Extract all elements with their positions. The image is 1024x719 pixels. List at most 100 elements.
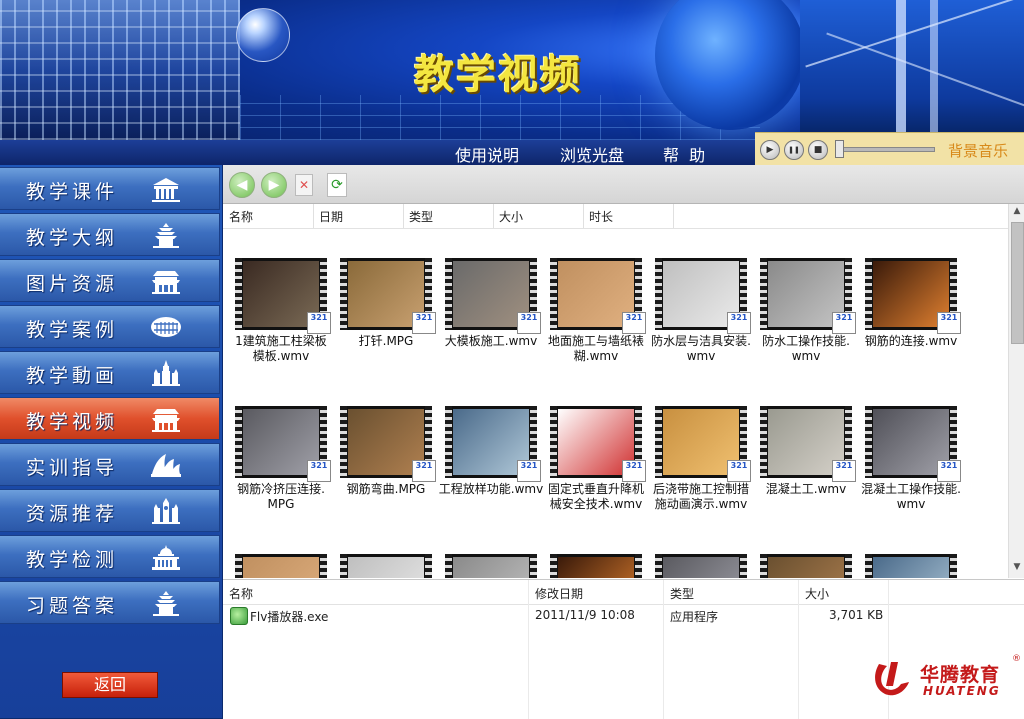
film-strip-edge: [760, 406, 767, 478]
column-size[interactable]: 大小: [499, 208, 523, 225]
media-file-badge-icon: 321: [832, 460, 856, 482]
play-icon: ▶: [766, 145, 774, 155]
media-file-badge-icon: 321: [412, 312, 436, 334]
sidebar-item-label: 实训指导: [26, 457, 119, 479]
film-strip-edge: [655, 406, 662, 478]
film-strip-edge: [655, 554, 662, 578]
scroll-down-icon[interactable]: ▼: [1009, 562, 1024, 576]
building-icon: [152, 178, 180, 202]
huateng-logo-icon: [875, 662, 909, 696]
cathedral-icon: [152, 498, 180, 524]
sidebar-item-label: 教学课件: [26, 181, 119, 203]
film-strip-edge: [320, 554, 327, 578]
detail-header: 名称 修改日期 类型 大小: [223, 580, 1024, 605]
file-size: 3,701 KB: [829, 608, 884, 622]
sidebar-item-label: 教学检测: [26, 549, 119, 571]
sidebar-item-teaching-video[interactable]: 教学视频: [0, 397, 220, 440]
media-file-badge-icon: 321: [412, 460, 436, 482]
video-thumbnail: [760, 554, 852, 578]
video-file-label: 混凝土工操作技能. wmv: [861, 482, 961, 511]
opera-house-icon: [151, 454, 181, 477]
nav-help[interactable]: 帮 助: [663, 142, 705, 166]
video-thumbnail: 321: [865, 406, 961, 482]
sidebar-item-teaching-animation[interactable]: 教学動画: [0, 351, 220, 394]
banner-bridge-image: [800, 0, 1024, 140]
video-thumbnail: [445, 554, 537, 578]
sidebar-item-label: 教学视频: [26, 411, 119, 433]
film-strip-edge: [550, 554, 557, 578]
column-date[interactable]: 日期: [319, 208, 343, 225]
column-modified[interactable]: 修改日期: [535, 585, 583, 602]
column-name[interactable]: 名称: [229, 208, 253, 225]
music-player: ▶ ❚❚ ■ 背景音乐: [755, 132, 1024, 165]
sidebar-item-teaching-cases[interactable]: 教学案例: [0, 305, 220, 348]
column-type[interactable]: 类型: [670, 585, 694, 602]
sidebar-item-assessment[interactable]: 教学检测: [0, 535, 220, 578]
video-thumbnail: 321: [655, 258, 751, 334]
sidebar-item-training-guide[interactable]: 实训指导: [0, 443, 220, 486]
nav-instructions[interactable]: 使用说明: [455, 142, 519, 166]
video-preview-image: [873, 557, 949, 578]
video-thumbnail: [235, 554, 327, 578]
column-name[interactable]: 名称: [229, 585, 253, 602]
column-divider: [673, 204, 674, 228]
video-thumbnail: 321: [760, 406, 856, 482]
film-strip-edge: [740, 554, 747, 578]
stop-button[interactable]: ■: [808, 140, 828, 160]
column-divider: [798, 580, 799, 719]
sidebar-item-image-resources[interactable]: 图片资源: [0, 259, 220, 302]
video-file-label: 大模板施工.wmv: [444, 334, 538, 348]
back-arrow-button[interactable]: ◀: [229, 172, 255, 198]
sidebar-item-answers[interactable]: 习题答案: [0, 581, 220, 624]
media-file-badge-icon: 321: [937, 460, 961, 482]
sidebar-item-syllabus[interactable]: 教学大纲: [0, 213, 220, 256]
scrollbar-thumb[interactable]: [1011, 222, 1024, 344]
exe-file-icon: [230, 607, 248, 625]
temple-icon: [153, 223, 179, 248]
film-strip-edge: [340, 258, 347, 330]
sidebar-item-label: 教学動画: [26, 365, 119, 387]
sidebar-item-label: 图片资源: [26, 273, 119, 295]
refresh-button[interactable]: ⟳: [327, 173, 347, 197]
kremlin-icon: [152, 360, 180, 386]
column-duration[interactable]: 时长: [589, 208, 613, 225]
media-file-badge-icon: 321: [622, 460, 646, 482]
film-strip-edge: [635, 554, 642, 578]
column-divider: [528, 580, 529, 719]
column-type[interactable]: 类型: [409, 208, 433, 225]
sidebar-item-resource-recommend[interactable]: 资源推荐: [0, 489, 220, 532]
film-strip-edge: [865, 554, 872, 578]
video-file-label: 地面施工与墙纸裱 糊.wmv: [547, 334, 644, 363]
vertical-scrollbar[interactable]: ▲ ▼: [1008, 204, 1024, 578]
return-button[interactable]: 返回: [62, 672, 158, 698]
column-divider: [663, 580, 664, 719]
volume-slider-track[interactable]: [837, 147, 935, 152]
sidebar-item-courseware[interactable]: 教学课件: [0, 167, 220, 210]
volume-slider-thumb[interactable]: [835, 140, 844, 158]
nav-browse-disc[interactable]: 浏览光盘: [560, 142, 624, 166]
video-file-label: 钢筋弯曲.MPG: [346, 482, 426, 496]
column-size[interactable]: 大小: [805, 585, 829, 602]
film-strip-edge: [445, 406, 452, 478]
banner-building-overlay: [0, 0, 240, 140]
forward-arrow-button[interactable]: ▶: [261, 172, 287, 198]
sidebar-item-label: 教学案例: [26, 319, 119, 341]
scroll-up-icon[interactable]: ▲: [1009, 206, 1024, 220]
media-file-badge-icon: 321: [937, 312, 961, 334]
film-strip-edge: [445, 554, 452, 578]
column-divider: [583, 204, 584, 228]
pause-button[interactable]: ❚❚: [784, 140, 804, 160]
sidebar-item-label: 习题答案: [26, 595, 119, 617]
video-preview-image: [348, 557, 424, 578]
video-thumbnail: [550, 554, 642, 578]
media-file-badge-icon: 321: [307, 312, 331, 334]
video-preview-image: [558, 557, 634, 578]
file-list-header: 名称 日期 类型 大小 时长: [223, 204, 1008, 229]
column-divider: [313, 204, 314, 228]
film-strip-edge: [845, 554, 852, 578]
palace-icon: [152, 271, 180, 294]
play-button[interactable]: ▶: [760, 140, 780, 160]
file-row[interactable]: Flv播放器.exe 2011/11/9 10:08 应用程序 3,701 KB: [223, 606, 1024, 626]
delete-button[interactable]: ✕: [295, 174, 313, 196]
background-music-label: 背景音乐: [948, 142, 1009, 160]
